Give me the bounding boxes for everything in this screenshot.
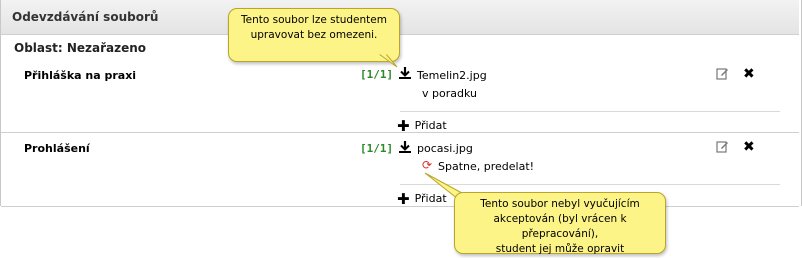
- section-bottom-border: [1, 206, 799, 207]
- tooltip-pointer: [378, 54, 398, 68]
- section-title: Odevzdávání souborů: [12, 10, 159, 24]
- add-label: Přidat: [414, 119, 447, 132]
- tooltip-line: Tento soubor lze studentem: [241, 14, 387, 26]
- download-icon[interactable]: [398, 66, 412, 80]
- add-file-button[interactable]: ✚ Přidat: [397, 116, 447, 135]
- file-count: [1/1]: [360, 142, 394, 155]
- delete-icon[interactable]: ✖: [743, 140, 755, 154]
- edit-icon[interactable]: [716, 67, 729, 80]
- section-header: Odevzdávání souborů: [1, 0, 799, 35]
- tooltip-line: akceptován (byl vrácen k přepracování),: [493, 213, 627, 240]
- edit-icon[interactable]: [716, 140, 729, 153]
- plus-icon: ✚: [397, 189, 410, 208]
- tooltip-line: Tento soubor nebyl vyučujícím: [480, 198, 640, 210]
- tooltip-line: student jej může opravit: [495, 243, 625, 255]
- file-count: [1/1]: [360, 68, 394, 81]
- file-note: v poradku: [422, 87, 477, 100]
- refresh-icon: ⟳: [422, 158, 433, 172]
- tooltip-line: upravovat bez omezeni.: [250, 29, 378, 41]
- file-link[interactable]: Temelin2.jpg: [417, 69, 487, 82]
- row-name: Přihláška na praxi: [24, 69, 137, 82]
- delete-icon[interactable]: ✖: [743, 67, 755, 81]
- area-label: Oblast: Nezařazeno: [14, 41, 147, 55]
- plus-icon: ✚: [397, 116, 410, 135]
- file-link[interactable]: pocasi.jpg: [417, 142, 473, 155]
- download-icon[interactable]: [398, 140, 412, 154]
- tooltip-editable: Tento soubor lze studentem upravovat bez…: [228, 8, 400, 62]
- row-separator: [1, 132, 799, 133]
- row-divider: [400, 111, 780, 112]
- tooltip-returned: Tento soubor nebyl vyučujícím akceptován…: [454, 192, 666, 255]
- row-name: Prohlášení: [24, 142, 90, 155]
